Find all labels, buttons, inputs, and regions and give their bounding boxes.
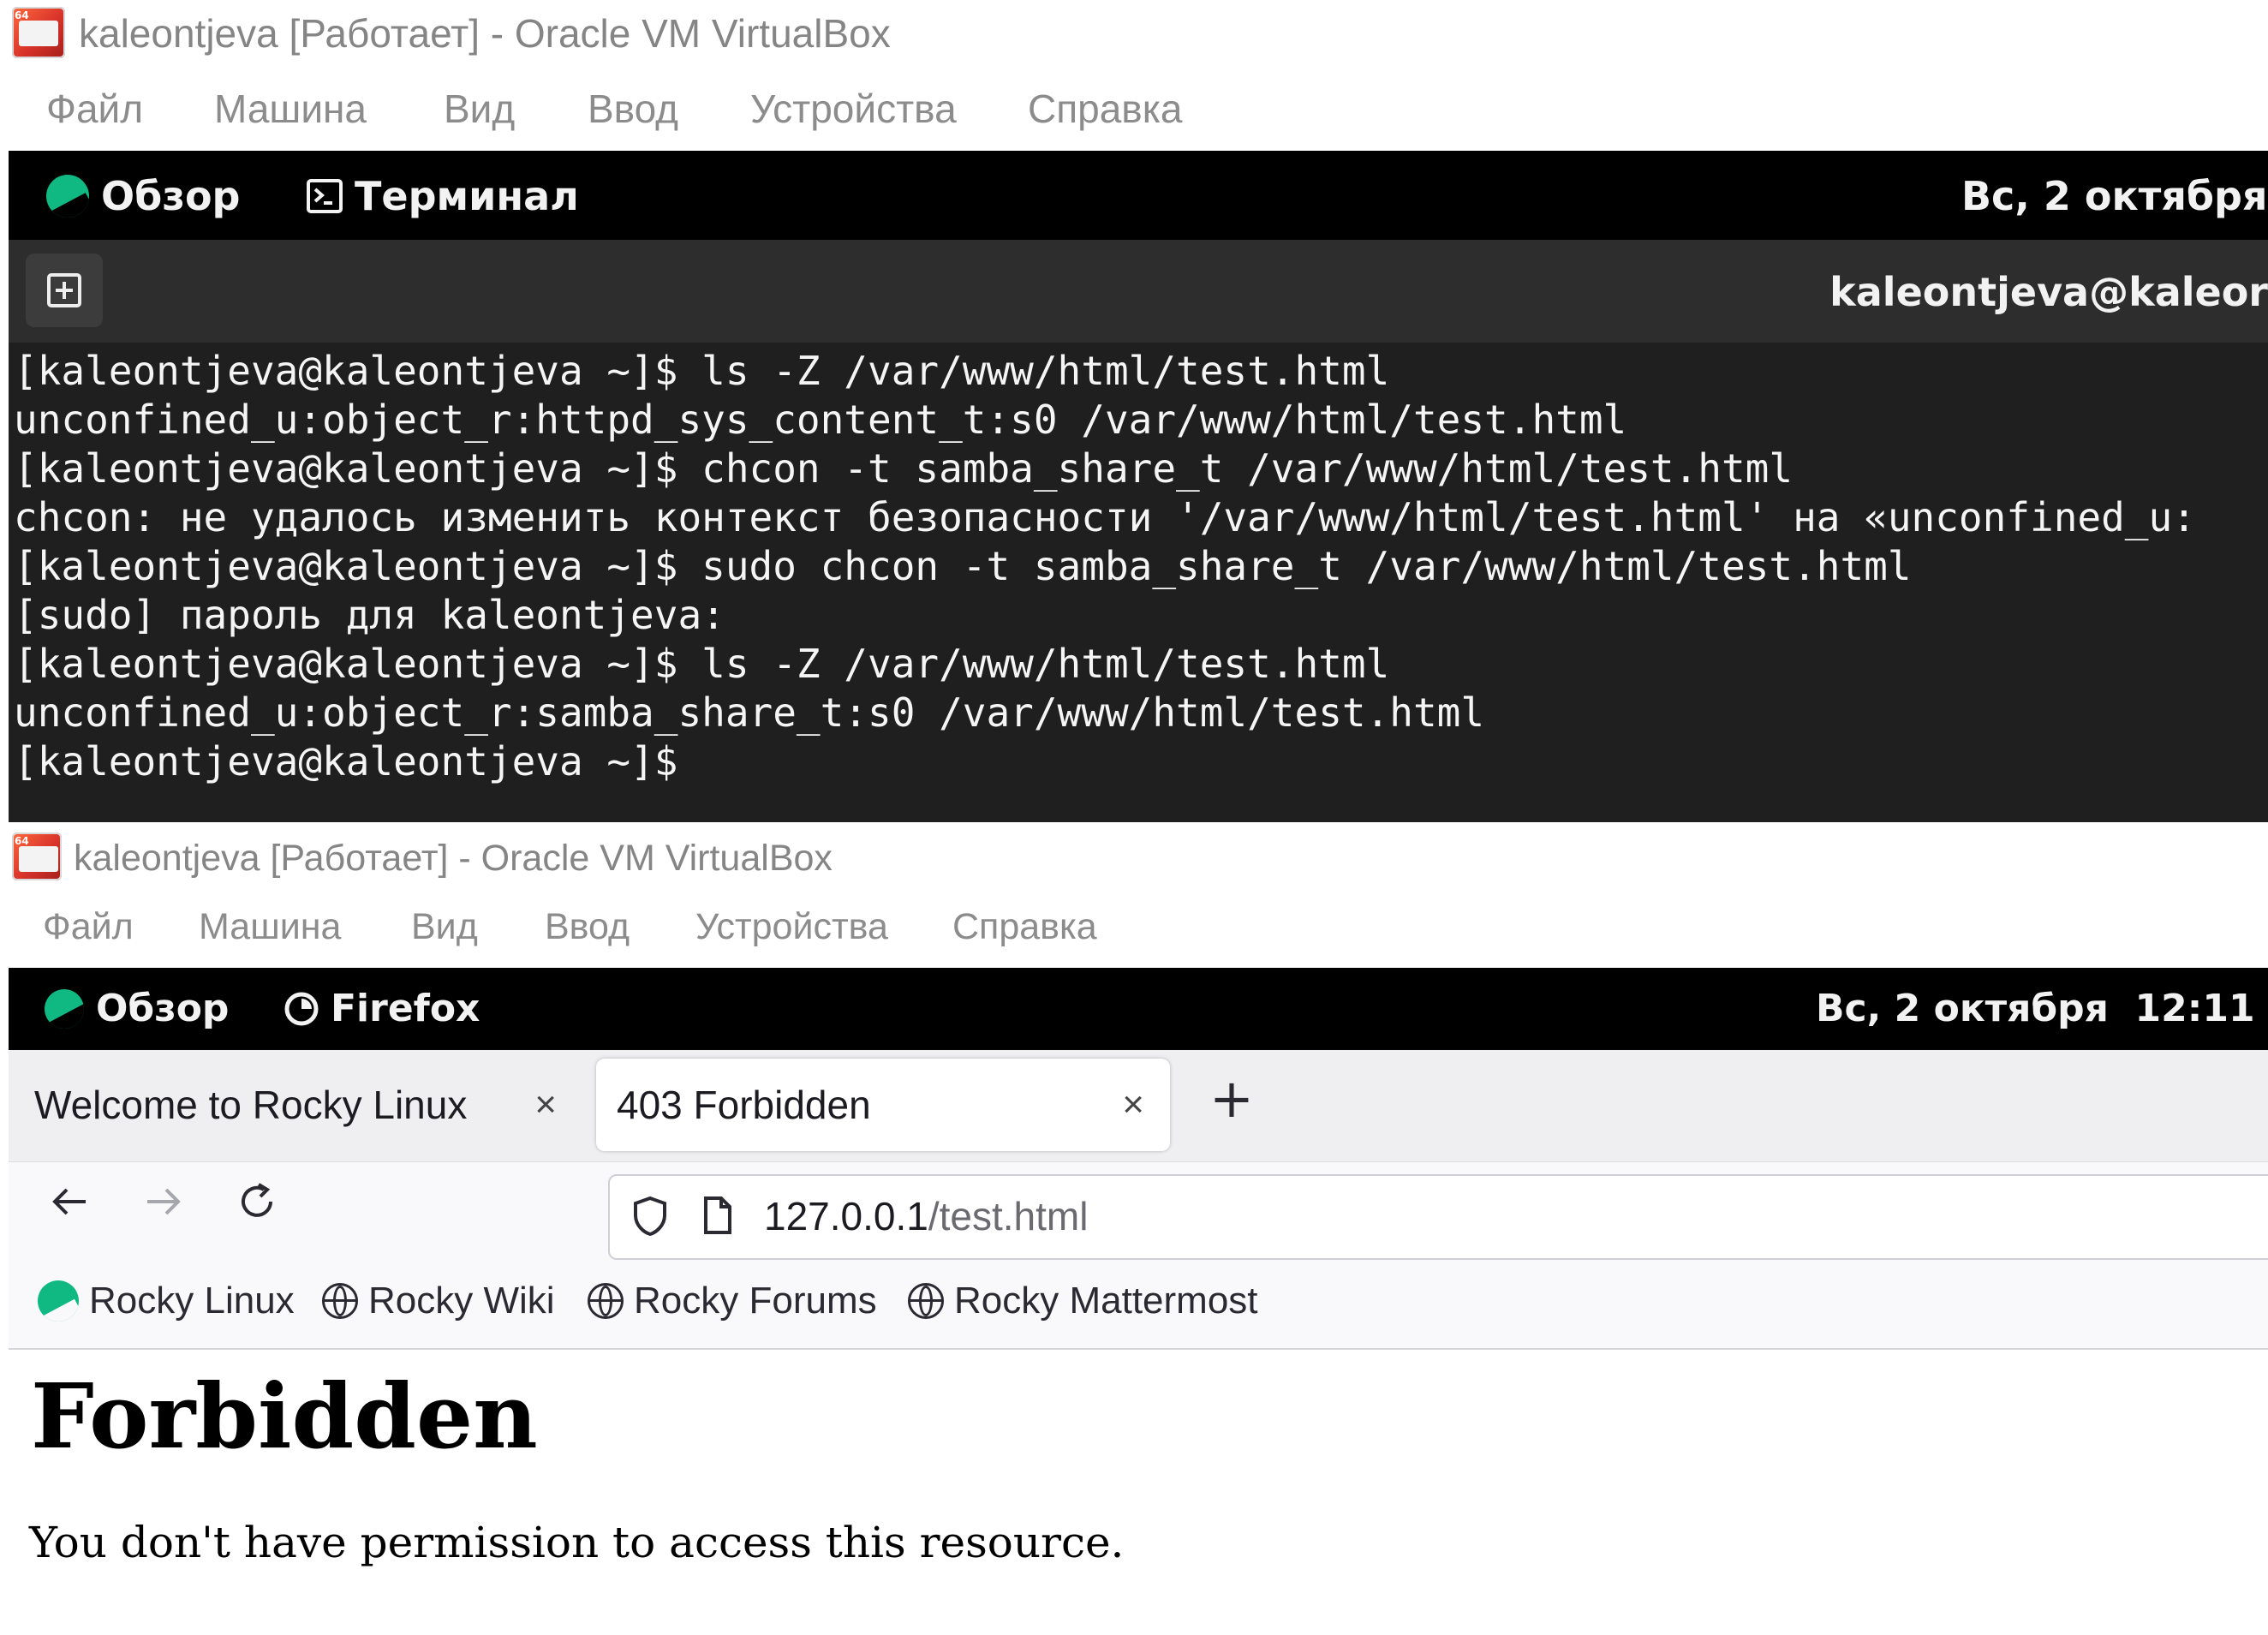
terminal-line: [kaleontjeva@kaleontjeva ~]$ chcon -t sa… [14,445,1794,492]
rocky-logo-icon [45,988,84,1029]
menu-machine[interactable]: Машина [199,906,341,948]
menu-help[interactable]: Справка [952,906,1097,948]
menu-machine[interactable]: Машина [214,86,367,132]
bookmark-rocky-forums[interactable]: Rocky Forums [588,1280,877,1322]
gnome-topbar-2: Обзор Firefox Вс, 2 октября 12:11 [9,968,2268,1050]
url-path: /test.html [928,1194,1089,1238]
menu-view[interactable]: Вид [411,906,478,948]
url-bar[interactable]: 127.0.0.1/test.html [608,1174,2268,1260]
clock[interactable]: Вс, 2 октября 12:11 [1816,987,2255,1030]
rocky-logo-icon [46,175,89,218]
bookmark-label: Rocky Linux [89,1280,295,1322]
firefox-icon [284,992,319,1025]
bookmark-rocky-wiki[interactable]: Rocky Wiki [322,1280,555,1322]
terminal-prompt: [kaleontjeva@kaleontjeva ~]$ [14,738,678,785]
url-text: 127.0.0.1/test.html [764,1193,1088,1239]
firefox-tabstrip: Welcome to Rocky Linux × 403 Forbidden ×… [9,1050,2268,1161]
gnome-topbar-1: Обзор Терминал Вс, 2 октября 1 [9,151,2268,240]
menu-file[interactable]: Файл [46,86,143,132]
terminal-line: [kaleontjeva@kaleontjeva ~]$ sudo chcon … [14,543,1912,589]
virtualbox-icon: 64 [12,7,65,58]
bookmark-label: Rocky Mattermost [954,1280,1258,1322]
terminal-line: [kaleontjeva@kaleontjeva ~]$ ls -Z /var/… [14,641,1390,687]
tab-403-forbidden[interactable]: 403 Forbidden × [596,1059,1170,1151]
tab-label: 403 Forbidden [617,1083,871,1127]
terminal-line: [kaleontjeva@kaleontjeva ~]$ ls -Z /var/… [14,348,1390,394]
app-label: Терминал [355,173,579,219]
rocky-logo-icon [38,1280,79,1322]
vb-titlebar-2: 64 kaleontjeva [Работает] - Oracle VM Vi… [0,822,2268,891]
window-title: kaleontjeva [Работает] - Oracle VM Virtu… [74,838,833,879]
app-menu-firefox[interactable]: Firefox [284,987,480,1030]
menu-view[interactable]: Вид [444,86,515,132]
menu-input[interactable]: Ввод [545,906,630,948]
close-tab-icon[interactable]: × [1122,1083,1144,1126]
menu-help[interactable]: Справка [1028,86,1182,132]
terminal-line: [sudo] пароль для kaleontjeva: [14,592,725,638]
menu-file[interactable]: Файл [43,906,134,948]
new-terminal-tab-button[interactable] [26,254,103,327]
window-title: kaleontjeva [Работает] - Oracle VM Virtu… [79,11,891,56]
menu-input[interactable]: Ввод [588,86,678,132]
activities-label: Обзор [101,173,241,219]
page-icon [704,1196,731,1234]
virtualbox-icon: 64 [12,832,62,880]
vb-menubar-1: Файл Машина Вид Ввод Устройства Справка [0,69,2268,151]
tab-welcome[interactable]: Welcome to Rocky Linux × [17,1059,582,1151]
firefox-navbar: 127.0.0.1/test.html [9,1161,2268,1263]
close-tab-icon[interactable]: × [534,1083,557,1126]
activities-button[interactable]: Обзор [45,987,229,1030]
terminal-output[interactable]: [kaleontjeva@kaleontjeva ~]$ ls -Z /var/… [9,343,2268,822]
bookmark-label: Rocky Wiki [368,1280,555,1322]
app-label: Firefox [331,987,480,1030]
page-heading: Forbidden [31,1363,538,1469]
back-arrow-icon [52,1188,86,1215]
terminal-icon [307,179,343,213]
terminal-headerbar: kaleontjeva@kaleor [9,240,2268,343]
activities-button[interactable]: Обзор [46,173,240,219]
reload-icon [242,1183,272,1217]
activities-label: Обзор [96,987,230,1030]
page-message: You don't have permission to access this… [29,1518,1125,1567]
bookmarks-toolbar: Rocky Linux Rocky Wiki Rocky Forums Rock… [9,1262,2268,1350]
bookmark-rocky-mattermost[interactable]: Rocky Mattermost [908,1280,1258,1322]
forward-arrow-icon [147,1188,181,1215]
terminal-line: unconfined_u:object_r:samba_share_t:s0 /… [14,689,1485,736]
vb-menubar-2: Файл Машина Вид Ввод Устройства Справка [0,891,2268,968]
forward-button[interactable] [139,1178,187,1238]
new-tab-icon [47,273,81,307]
terminal-line: unconfined_u:object_r:httpd_sys_content_… [14,397,1627,443]
shield-icon [634,1196,666,1237]
url-host: 127.0.0.1 [764,1194,928,1238]
globe-icon [322,1283,358,1319]
back-button[interactable] [46,1178,94,1238]
tab-label: Welcome to Rocky Linux [34,1083,468,1127]
menu-devices[interactable]: Устройства [695,906,888,948]
clock[interactable]: Вс, 2 октября 1 [1961,173,2268,219]
terminal-title: kaleontjeva@kaleor [1829,269,2268,315]
terminal-line: chcon: не удалось изменить контекст безо… [14,494,2196,540]
globe-icon [908,1283,944,1319]
new-tab-button[interactable]: + [1209,1067,1254,1130]
menu-devices[interactable]: Устройства [750,86,957,132]
reload-button[interactable] [233,1178,281,1238]
bookmark-rocky-linux[interactable]: Rocky Linux [38,1280,295,1322]
globe-icon [588,1283,624,1319]
app-menu-terminal[interactable]: Терминал [307,173,579,219]
bookmark-label: Rocky Forums [634,1280,877,1322]
vb-titlebar-1: 64 kaleontjeva [Работает] - Oracle VM Vi… [0,0,2268,69]
